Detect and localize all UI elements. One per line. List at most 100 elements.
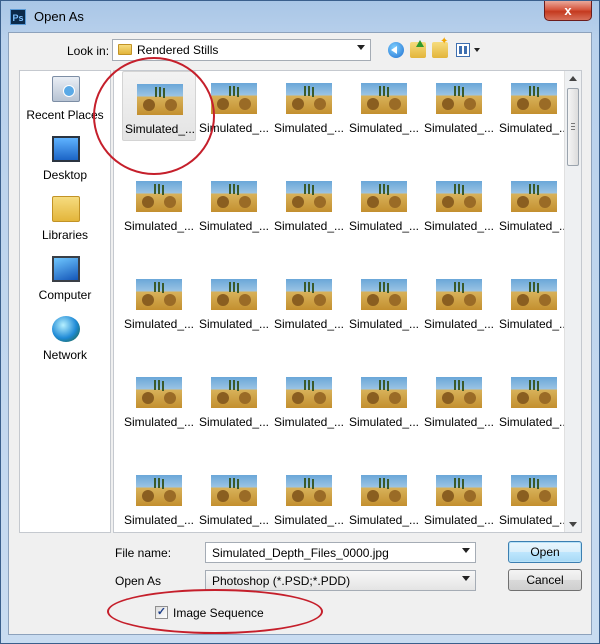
- file-tile[interactable]: Simulated_...: [422, 71, 496, 141]
- file-tile[interactable]: Simulated_...: [347, 463, 421, 532]
- chevron-down-icon[interactable]: [462, 576, 470, 581]
- folder-icon: [118, 44, 132, 55]
- file-tile[interactable]: Simulated_...: [122, 71, 196, 141]
- file-tile-label: Simulated_...: [273, 219, 345, 233]
- views-menu-icon[interactable]: [456, 43, 470, 57]
- image-thumbnail-icon: [286, 181, 332, 212]
- image-thumbnail-icon: [511, 475, 557, 506]
- file-tile[interactable]: Simulated_...: [197, 169, 271, 239]
- scroll-thumb[interactable]: [567, 88, 579, 166]
- new-folder-icon[interactable]: [432, 36, 448, 58]
- file-tile[interactable]: Simulated_...: [497, 463, 571, 532]
- file-name-field[interactable]: Simulated_Depth_Files_0000.jpg: [205, 542, 476, 563]
- image-sequence-label: Image Sequence: [173, 606, 264, 620]
- scroll-up-arrow-icon[interactable]: [569, 76, 577, 81]
- file-tile-label: Simulated_...: [498, 317, 570, 331]
- file-tile[interactable]: Simulated_...: [497, 365, 571, 435]
- file-tile[interactable]: Simulated_...: [347, 71, 421, 141]
- image-sequence-checkbox[interactable]: ✓: [155, 606, 168, 619]
- file-tile[interactable]: Simulated_...: [122, 169, 196, 239]
- image-thumbnail-icon: [286, 377, 332, 408]
- file-tile[interactable]: Simulated_...: [122, 365, 196, 435]
- views-chevron-down-icon[interactable]: [474, 48, 480, 52]
- image-thumbnail-icon: [436, 83, 482, 114]
- file-tile-label: Simulated_...: [123, 317, 195, 331]
- up-folder-icon[interactable]: [410, 40, 426, 58]
- file-tile[interactable]: Simulated_...: [347, 169, 421, 239]
- image-thumbnail-icon: [436, 475, 482, 506]
- file-tile-label: Simulated_...: [423, 121, 495, 135]
- file-tile-label: Simulated_...: [123, 513, 195, 527]
- file-list[interactable]: Simulated_... Simulated_... Simulated_... S…: [113, 70, 582, 533]
- file-tile-label: Simulated_...: [273, 121, 345, 135]
- image-thumbnail-icon: [286, 279, 332, 310]
- look-in-value: Rendered Stills: [137, 43, 219, 57]
- file-tile[interactable]: Simulated_...: [272, 169, 346, 239]
- desktop-icon: [52, 136, 80, 162]
- file-tile[interactable]: Simulated_...: [197, 463, 271, 532]
- file-tile[interactable]: Simulated_...: [497, 71, 571, 141]
- file-tile[interactable]: Simulated_...: [422, 169, 496, 239]
- file-tile-label: Simulated_...: [498, 415, 570, 429]
- file-tile[interactable]: Simulated_...: [422, 463, 496, 532]
- image-thumbnail-icon: [436, 377, 482, 408]
- file-tile-label: Simulated_...: [423, 317, 495, 331]
- look-in-dropdown[interactable]: Rendered Stills: [112, 39, 371, 61]
- image-thumbnail-icon: [361, 83, 407, 114]
- file-tile[interactable]: Simulated_...: [272, 463, 346, 532]
- chevron-down-icon[interactable]: [462, 548, 470, 553]
- image-thumbnail-icon: [211, 279, 257, 310]
- close-button[interactable]: x: [544, 1, 592, 21]
- libraries-icon: [52, 196, 80, 222]
- place-recent-places[interactable]: Recent Places: [20, 76, 110, 132]
- file-tile[interactable]: Simulated_...: [122, 463, 196, 532]
- back-icon[interactable]: [388, 42, 404, 58]
- file-tile[interactable]: Simulated_...: [422, 267, 496, 337]
- place-desktop[interactable]: Desktop: [20, 136, 110, 192]
- photoshop-app-icon: Ps: [10, 9, 26, 25]
- file-tile-label: Simulated_...: [423, 513, 495, 527]
- file-tile-label: Simulated_...: [348, 317, 420, 331]
- file-tile[interactable]: Simulated_...: [497, 267, 571, 337]
- file-tile[interactable]: Simulated_...: [122, 267, 196, 337]
- file-tile-label: Simulated_...: [273, 317, 345, 331]
- file-tile-label: Simulated_...: [498, 219, 570, 233]
- cancel-button[interactable]: Cancel: [508, 569, 582, 591]
- file-tile[interactable]: Simulated_...: [422, 365, 496, 435]
- place-network[interactable]: Network: [20, 316, 110, 372]
- file-tile[interactable]: Simulated_...: [272, 365, 346, 435]
- file-tile[interactable]: Simulated_...: [272, 267, 346, 337]
- file-tile[interactable]: Simulated_...: [347, 365, 421, 435]
- file-tile[interactable]: Simulated_...: [197, 267, 271, 337]
- image-thumbnail-icon: [436, 181, 482, 212]
- file-name-label: File name:: [115, 546, 172, 560]
- vertical-scrollbar[interactable]: [564, 71, 581, 532]
- image-thumbnail-icon: [211, 83, 257, 114]
- file-tile[interactable]: Simulated_...: [272, 71, 346, 141]
- file-tile-label: Simulated_...: [348, 513, 420, 527]
- file-tile-label: Simulated_...: [273, 415, 345, 429]
- open-as-value: Photoshop (*.PSD;*.PDD): [212, 574, 351, 588]
- file-tile[interactable]: Simulated_...: [347, 267, 421, 337]
- open-as-dialog: Ps Open As x Look in: Rendered Stills Re…: [0, 0, 600, 644]
- image-thumbnail-icon: [511, 83, 557, 114]
- computer-icon: [52, 256, 80, 282]
- image-thumbnail-icon: [436, 279, 482, 310]
- image-thumbnail-icon: [511, 279, 557, 310]
- chevron-down-icon[interactable]: [357, 45, 365, 50]
- file-tile[interactable]: Simulated_...: [497, 169, 571, 239]
- file-tile-label: Simulated_...: [423, 219, 495, 233]
- file-tile[interactable]: Simulated_...: [197, 71, 271, 141]
- scroll-down-arrow-icon[interactable]: [569, 522, 577, 527]
- open-button[interactable]: Open: [508, 541, 582, 563]
- title-bar[interactable]: Ps Open As x: [1, 1, 599, 33]
- grip-icon: [571, 123, 575, 130]
- open-as-dropdown[interactable]: Photoshop (*.PSD;*.PDD): [205, 570, 476, 591]
- file-tile[interactable]: Simulated_...: [197, 365, 271, 435]
- file-tile-label: Simulated_...: [198, 121, 270, 135]
- image-thumbnail-icon: [137, 84, 183, 115]
- place-computer[interactable]: Computer: [20, 256, 110, 312]
- file-tile-label: Simulated_...: [348, 415, 420, 429]
- place-label: Network: [42, 348, 87, 362]
- place-libraries[interactable]: Libraries: [20, 196, 110, 252]
